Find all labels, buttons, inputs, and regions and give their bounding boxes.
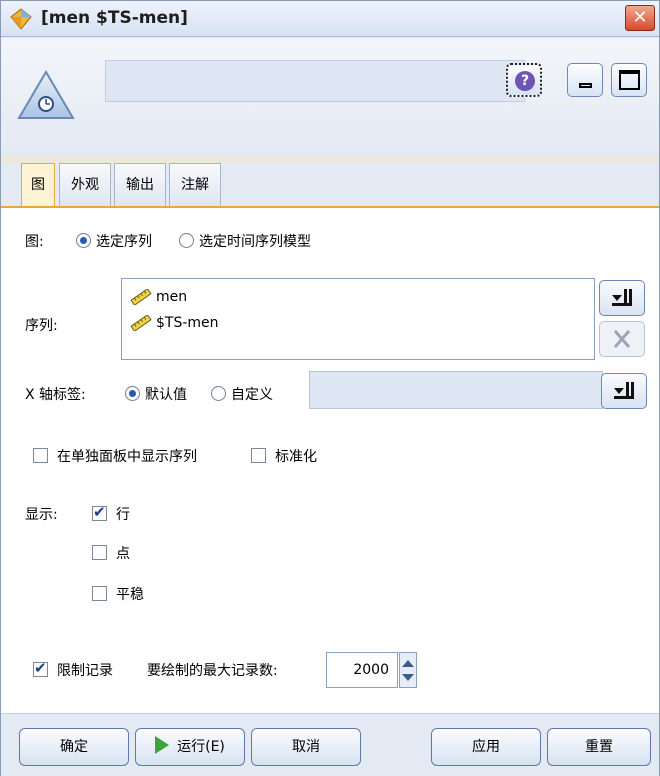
- cancel-button[interactable]: 取消: [251, 728, 361, 766]
- display-smooth-checkbox[interactable]: [92, 586, 107, 601]
- stepper-up-icon[interactable]: [402, 660, 414, 667]
- xaxis-label: X 轴标签:: [25, 387, 86, 403]
- max-records-input[interactable]: 2000: [326, 652, 398, 688]
- close-icon: ✕: [632, 7, 648, 28]
- node-diamond-icon: [10, 8, 32, 30]
- radio-xaxis-custom-label: 自定义: [231, 387, 273, 403]
- run-button[interactable]: 运行(E): [135, 728, 245, 766]
- time-plot-node-icon: [17, 70, 75, 119]
- display-points-checkbox[interactable]: [92, 545, 107, 560]
- run-button-label: 运行(E): [177, 739, 225, 755]
- limit-records-label: 限制记录: [57, 663, 113, 679]
- node-name-field[interactable]: [105, 60, 525, 102]
- radio-selected-model[interactable]: [179, 233, 194, 248]
- node-header: ?: [1, 38, 659, 156]
- apply-button[interactable]: 应用: [431, 728, 541, 766]
- radio-xaxis-custom[interactable]: [211, 386, 226, 401]
- display-line-label: 行: [116, 507, 130, 523]
- list-item[interactable]: $TS-men: [130, 313, 219, 333]
- radio-selected-model-label: 选定时间序列模型: [199, 234, 311, 250]
- minimize-icon: [579, 83, 592, 88]
- radio-selected-series[interactable]: [76, 233, 91, 248]
- stepper-down-icon[interactable]: [402, 674, 414, 681]
- max-records-stepper[interactable]: [399, 652, 417, 688]
- close-button[interactable]: ✕: [625, 5, 655, 31]
- display-points-label: 点: [116, 546, 130, 562]
- separate-panels-label: 在单独面板中显示序列: [57, 449, 197, 465]
- maximize-icon: [619, 70, 640, 90]
- button-bar: 确定 运行(E) 取消 应用 重置: [1, 713, 659, 776]
- remove-icon: [613, 330, 631, 348]
- help-icon: ?: [515, 71, 535, 91]
- series-item-label: $TS-men: [156, 315, 219, 331]
- tab-plot[interactable]: 图: [21, 163, 55, 207]
- separate-panels-checkbox[interactable]: [33, 448, 48, 463]
- minimize-button[interactable]: [567, 63, 603, 97]
- tab-output[interactable]: 输出: [114, 163, 166, 207]
- xaxis-picker-button[interactable]: [601, 373, 647, 409]
- xaxis-custom-field[interactable]: [309, 371, 603, 409]
- plot-tab-panel: 图: 选定序列 选定时间序列模型 序列: men $TS-men X 轴标签: …: [1, 208, 659, 713]
- radio-xaxis-default[interactable]: [125, 386, 140, 401]
- run-icon: [155, 736, 170, 754]
- radio-selected-series-label: 选定序列: [96, 234, 152, 250]
- series-item-label: men: [156, 289, 188, 305]
- field-picker-icon: [612, 289, 632, 306]
- display-line-checkbox[interactable]: [92, 503, 107, 521]
- continuous-field-icon: [130, 289, 152, 305]
- field-picker-icon: [614, 382, 634, 399]
- tab-bar: 图 外观 输出 注解: [1, 163, 659, 207]
- continuous-field-icon: [130, 315, 152, 331]
- series-label: 序列:: [25, 318, 58, 334]
- window-title: [men $TS-men]: [41, 8, 188, 28]
- series-picker-button[interactable]: [599, 280, 645, 316]
- reset-button[interactable]: 重置: [547, 728, 651, 766]
- display-label: 显示:: [25, 507, 58, 523]
- series-list[interactable]: men $TS-men: [121, 278, 595, 360]
- maximize-button[interactable]: [611, 63, 647, 97]
- display-smooth-label: 平稳: [116, 587, 144, 603]
- tab-annotations[interactable]: 注解: [169, 163, 221, 207]
- list-item[interactable]: men: [130, 287, 187, 307]
- normalize-label: 标准化: [275, 449, 317, 465]
- radio-xaxis-default-label: 默认值: [145, 387, 187, 403]
- plot-label: 图:: [25, 234, 44, 250]
- dialog-window: [men $TS-men] ✕ ? 图 外观 输出 注解 图: 选定序列 选定时…: [0, 0, 660, 776]
- tab-appearance[interactable]: 外观: [59, 163, 111, 207]
- limit-records-checkbox[interactable]: [33, 659, 48, 677]
- title-bar[interactable]: [men $TS-men] ✕: [1, 1, 659, 37]
- max-records-label: 要绘制的最大记录数:: [147, 663, 278, 679]
- series-remove-button[interactable]: [599, 321, 645, 357]
- ok-button[interactable]: 确定: [19, 728, 129, 766]
- help-button[interactable]: ?: [506, 63, 542, 97]
- normalize-checkbox[interactable]: [251, 448, 266, 463]
